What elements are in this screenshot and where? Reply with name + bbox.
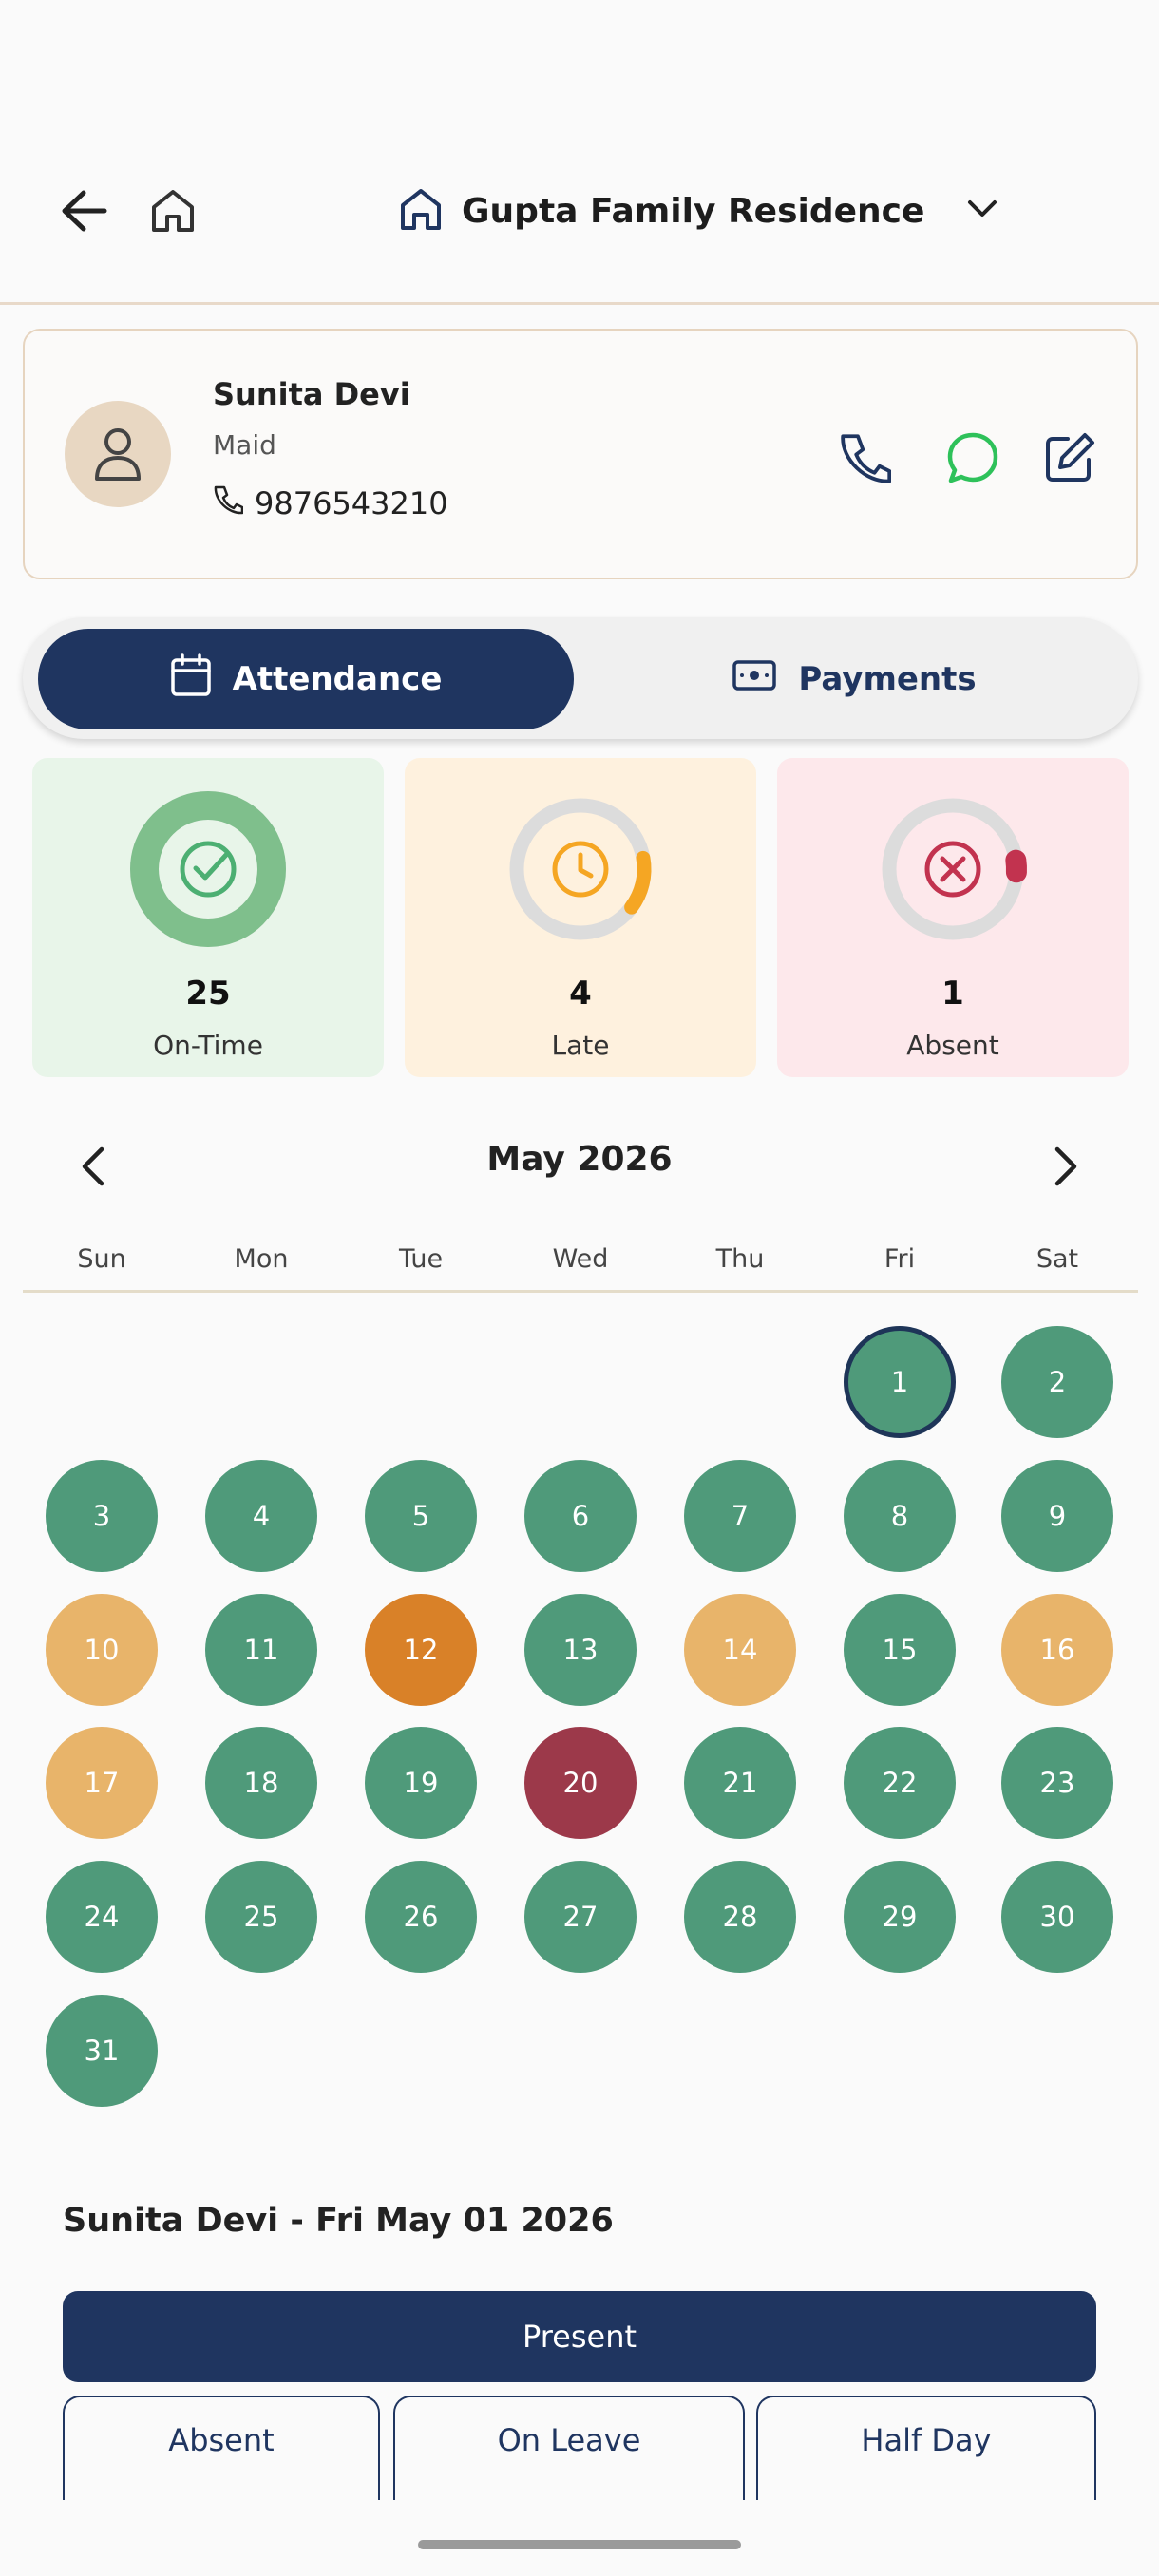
weekday-wed: Wed [552, 1244, 609, 1274]
check-circle-icon [180, 841, 237, 898]
calendar-day[interactable]: 24 [46, 1861, 158, 1973]
stat-card-on-time: 25 On-Time [32, 758, 384, 1077]
calendar-day[interactable]: 8 [844, 1460, 956, 1572]
late-ring [509, 798, 652, 940]
house-icon [399, 186, 443, 236]
x-circle-icon [924, 841, 981, 898]
calendar-day[interactable]: 12 [365, 1594, 477, 1706]
edit-button[interactable] [1039, 429, 1100, 490]
chevron-right-icon [1052, 1146, 1080, 1191]
calendar-icon [170, 653, 212, 706]
calendar-day[interactable]: 1 [844, 1326, 956, 1438]
calendar-day[interactable]: 21 [684, 1727, 796, 1839]
staff-role: Maid [213, 429, 276, 461]
calendar-day[interactable]: 3 [46, 1460, 158, 1572]
whatsapp-button[interactable] [942, 429, 1003, 490]
weekday-sun: Sun [77, 1244, 126, 1274]
absent-button[interactable]: Absent [63, 2396, 380, 2500]
calendar-day[interactable]: 20 [524, 1727, 636, 1839]
on-time-label: On-Time [153, 1030, 263, 1061]
avatar [65, 401, 171, 507]
residence-selector[interactable]: Gupta Family Residence [399, 180, 998, 241]
staff-phone: 9876543210 [213, 484, 448, 522]
calendar-day[interactable]: 26 [365, 1861, 477, 1973]
selected-day-title: Sunita Devi - Fri May 01 2026 [63, 2202, 614, 2240]
back-arrow-icon[interactable] [49, 180, 118, 241]
calendar-day[interactable]: 22 [844, 1727, 956, 1839]
late-label: Late [551, 1030, 610, 1061]
tab-payments-label: Payments [798, 660, 977, 698]
calendar-day[interactable]: 2 [1001, 1326, 1113, 1438]
staff-name: Sunita Devi [213, 376, 410, 412]
on-time-count: 25 [185, 975, 231, 1013]
phone-icon [838, 431, 892, 488]
calendar-day[interactable]: 18 [205, 1727, 317, 1839]
money-icon [732, 659, 777, 700]
month-title: May 2026 [486, 1140, 673, 1179]
absent-ring [879, 795, 1027, 943]
calendar-day[interactable]: 25 [205, 1861, 317, 1973]
tab-payments[interactable]: Payments [583, 629, 1125, 729]
weekday-mon: Mon [234, 1244, 289, 1274]
residence-name: Gupta Family Residence [462, 191, 925, 231]
calendar-day[interactable]: 17 [46, 1727, 158, 1839]
tab-attendance-label: Attendance [232, 660, 443, 698]
calendar-day[interactable]: 9 [1001, 1460, 1113, 1572]
calendar-day[interactable]: 14 [684, 1594, 796, 1706]
calendar-day[interactable]: 6 [524, 1460, 636, 1572]
calendar-day[interactable]: 16 [1001, 1594, 1113, 1706]
on-leave-button[interactable]: On Leave [393, 2396, 745, 2500]
edit-icon [1043, 431, 1096, 488]
calendar-day[interactable]: 10 [46, 1594, 158, 1706]
calendar-day[interactable]: 13 [524, 1594, 636, 1706]
weekday-sat: Sat [1036, 1244, 1079, 1274]
chevron-down-icon [966, 198, 998, 224]
calendar-day[interactable]: 7 [684, 1460, 796, 1572]
clock-icon [552, 841, 609, 898]
calendar-day[interactable]: 4 [205, 1460, 317, 1572]
calendar-day[interactable]: 23 [1001, 1727, 1113, 1839]
calendar-day[interactable]: 29 [844, 1861, 956, 1973]
next-month-button[interactable] [1037, 1140, 1094, 1197]
whatsapp-icon [945, 430, 1000, 489]
calendar-day[interactable]: 19 [365, 1727, 477, 1839]
late-count: 4 [569, 975, 592, 1013]
absent-label: Absent [906, 1030, 999, 1061]
phone-number: 9876543210 [255, 485, 448, 521]
weekday-thu: Thu [715, 1244, 765, 1274]
weekday-fri: Fri [884, 1244, 916, 1274]
on-time-ring [130, 791, 286, 947]
calendar-divider [23, 1290, 1138, 1293]
header-divider [0, 302, 1159, 305]
home-icon[interactable] [142, 180, 203, 241]
home-indicator[interactable] [418, 2540, 741, 2549]
stat-card-absent: 1 Absent [777, 758, 1129, 1077]
calendar-day[interactable]: 27 [524, 1861, 636, 1973]
calendar-day[interactable]: 11 [205, 1594, 317, 1706]
tab-attendance[interactable]: Attendance [38, 629, 574, 729]
calendar-day[interactable]: 15 [844, 1594, 956, 1706]
absent-count: 1 [941, 975, 964, 1013]
stat-card-late: 4 Late [405, 758, 756, 1077]
calendar-day[interactable]: 31 [46, 1995, 158, 2107]
calendar-day[interactable]: 5 [365, 1460, 477, 1572]
staff-profile-card: Sunita Devi Maid 9876543210 [23, 329, 1138, 579]
call-button[interactable] [834, 429, 895, 490]
half-day-button[interactable]: Half Day [756, 2396, 1096, 2500]
tab-bar: Attendance Payments [23, 617, 1138, 739]
weekday-tue: Tue [398, 1244, 444, 1274]
calendar-day[interactable]: 28 [684, 1861, 796, 1973]
phone-small-icon [213, 484, 244, 522]
calendar-day[interactable]: 30 [1001, 1861, 1113, 1973]
present-button[interactable]: Present [63, 2291, 1096, 2382]
